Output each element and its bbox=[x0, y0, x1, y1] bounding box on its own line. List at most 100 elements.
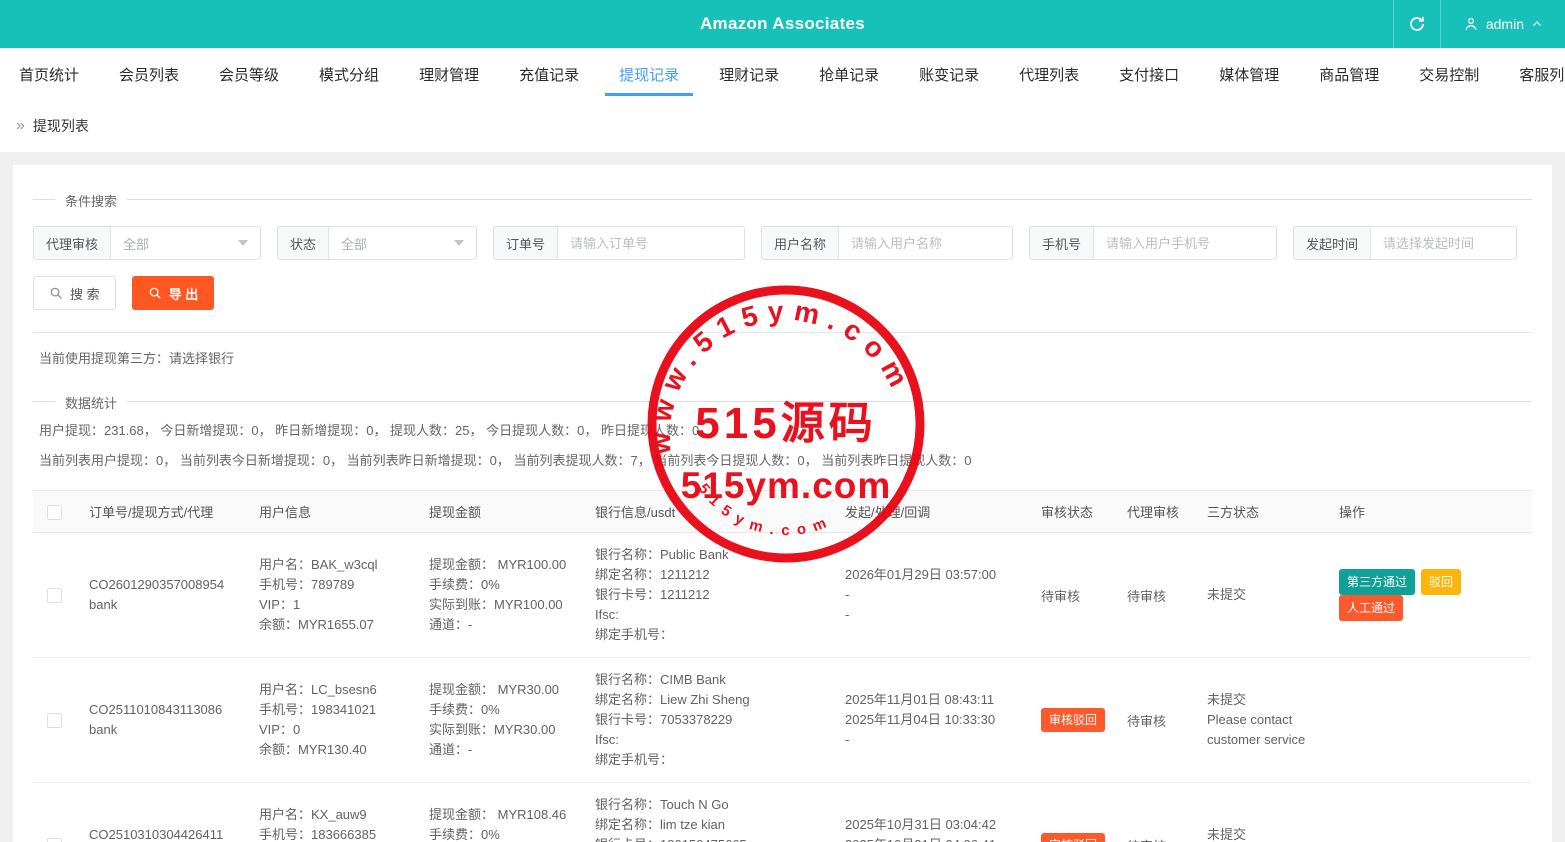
table-row: CO2511010843113086bank用户名：LC_bsesn6手机号：1… bbox=[33, 658, 1532, 783]
time-line: 2025年10月31日 04:06:41 bbox=[845, 835, 1025, 842]
field-label: 用户名称 bbox=[762, 227, 839, 259]
nav-tab-6[interactable]: 充值记录 bbox=[514, 48, 584, 100]
time-line: 2025年11月01日 08:43:11 bbox=[845, 690, 1025, 710]
amount-line: 通道：- bbox=[429, 615, 579, 635]
search-field-group: 订单号 bbox=[493, 226, 745, 260]
column-header: 提现金额 bbox=[421, 491, 587, 533]
nav-tab-4[interactable]: 模式分组 bbox=[314, 48, 384, 100]
action-button-amber[interactable]: 驳回 bbox=[1421, 569, 1461, 595]
third-line: 未提交 bbox=[1207, 585, 1323, 605]
action-button-orange[interactable]: 人工通过 bbox=[1339, 595, 1403, 621]
column-header: 审核状态 bbox=[1033, 491, 1119, 533]
text-input-field[interactable] bbox=[1371, 227, 1516, 259]
bank-line: 绑定手机号： bbox=[595, 625, 829, 645]
table-header-row: 订单号/提现方式/代理用户信息提现金额银行信息/usdt发起/处理/回调审核状态… bbox=[33, 491, 1532, 533]
time-line: - bbox=[845, 585, 1025, 605]
search-legend-label: 条件搜索 bbox=[55, 191, 127, 210]
table-row: CO2510310304426411bank用户名：KX_auw9手机号：183… bbox=[33, 783, 1532, 842]
third-party-notice: 当前使用提现第三方：请选择银行 bbox=[33, 333, 1532, 383]
audit-status-badge: 审核驳回 bbox=[1041, 708, 1105, 732]
nav-tab-12[interactable]: 支付接口 bbox=[1114, 48, 1184, 100]
audit-status-badge: 审核驳回 bbox=[1041, 833, 1105, 842]
amount-line: 提现金额： MYR100.00 bbox=[429, 555, 579, 575]
column-header: 三方状态 bbox=[1199, 491, 1331, 533]
stats-line-1: 用户提现：231.68， 今日新增提现：0， 昨日新增提现：0， 提现人数：25… bbox=[33, 416, 1532, 446]
breadcrumb-label: 提现列表 bbox=[33, 116, 89, 136]
user-line: 手机号：789789 bbox=[259, 575, 413, 595]
user-line: 手机号：183666385 bbox=[259, 825, 413, 842]
field-label: 代理审核 bbox=[34, 227, 111, 259]
user-line: 手机号：198341021 bbox=[259, 700, 413, 720]
order-line: CO2510310304426411 bbox=[89, 825, 243, 842]
nav-tab-11[interactable]: 代理列表 bbox=[1014, 48, 1084, 100]
user-line: VIP：0 bbox=[259, 720, 413, 740]
user-menu[interactable]: admin bbox=[1441, 0, 1565, 48]
nav-tab-3[interactable]: 会员等级 bbox=[214, 48, 284, 100]
topbar-right: admin bbox=[1393, 0, 1565, 48]
order-line: CO2601290357008954 bbox=[89, 575, 243, 595]
amount-line: 手续费：0% bbox=[429, 700, 579, 720]
export-button-label: 导 出 bbox=[169, 284, 199, 303]
chevron-up-icon bbox=[1531, 18, 1543, 30]
amount-line: 实际到账：MYR100.00 bbox=[429, 595, 579, 615]
page: Amazon Associates admin 首页统计会员列表会员等级 bbox=[0, 0, 1565, 842]
select-value: 全部 bbox=[341, 234, 454, 253]
agent-audit-status: 待审核 bbox=[1127, 839, 1166, 842]
bank-line: 绑定名称：lim tze kian bbox=[595, 815, 829, 835]
bank-line: 银行名称：Touch N Go bbox=[595, 795, 829, 815]
nav-tab-10[interactable]: 账变记录 bbox=[914, 48, 984, 100]
nav-tab-1[interactable]: 首页统计 bbox=[14, 48, 84, 100]
bank-line: 绑定手机号： bbox=[595, 750, 829, 770]
nav-tab-5[interactable]: 理财管理 bbox=[414, 48, 484, 100]
third-line: 未提交 bbox=[1207, 825, 1323, 842]
bank-line: 银行卡号：1211212 bbox=[595, 585, 829, 605]
bank-line: 银行名称：Public Bank bbox=[595, 545, 829, 565]
nav-tab-7[interactable]: 提现记录 bbox=[614, 48, 684, 100]
search-icon bbox=[49, 286, 63, 300]
text-input-field[interactable] bbox=[1094, 227, 1276, 259]
order-line: CO2511010843113086 bbox=[89, 700, 243, 720]
time-line: 2025年10月31日 03:04:42 bbox=[845, 815, 1025, 835]
button-row: 搜 索 导 出 bbox=[33, 276, 1532, 310]
time-line: 2026年01月29日 03:57:00 bbox=[845, 565, 1025, 585]
stats-block: 用户提现：231.68， 今日新增提现：0， 昨日新增提现：0， 提现人数：25… bbox=[33, 416, 1532, 476]
agent-audit-status: 待审核 bbox=[1127, 589, 1166, 604]
table-row: CO2601290357008954bank用户名：BAK_w3cql手机号：7… bbox=[33, 533, 1532, 658]
select-all-checkbox[interactable] bbox=[47, 505, 62, 520]
select-field[interactable]: 全部 bbox=[111, 227, 260, 259]
nav-tab-16[interactable]: 客服列表 bbox=[1514, 48, 1565, 100]
user-line: 用户名：KX_auw9 bbox=[259, 805, 413, 825]
text-input-field[interactable] bbox=[558, 227, 744, 259]
topbar: Amazon Associates admin bbox=[0, 0, 1565, 48]
search-section-legend: 条件搜索 bbox=[33, 199, 1532, 200]
bank-line: 绑定名称：1211212 bbox=[595, 565, 829, 585]
nav-tab-14[interactable]: 商品管理 bbox=[1314, 48, 1384, 100]
search-field-group: 状态全部 bbox=[277, 226, 477, 260]
search-form: 代理审核全部状态全部订单号用户名称手机号发起时间 bbox=[33, 226, 1532, 260]
app-title: Amazon Associates bbox=[700, 14, 865, 34]
text-input-field[interactable] bbox=[839, 227, 1012, 259]
column-header: 订单号/提现方式/代理 bbox=[81, 491, 251, 533]
nav-tab-15[interactable]: 交易控制 bbox=[1414, 48, 1484, 100]
search-button[interactable]: 搜 索 bbox=[33, 276, 116, 310]
refresh-button[interactable] bbox=[1393, 0, 1441, 48]
nav-tab-9[interactable]: 抢单记录 bbox=[814, 48, 884, 100]
nav-tab-8[interactable]: 理财记录 bbox=[714, 48, 784, 100]
row-checkbox[interactable] bbox=[47, 838, 62, 842]
bank-line: Ifsc: bbox=[595, 605, 829, 625]
row-checkbox[interactable] bbox=[47, 588, 62, 603]
field-label: 发起时间 bbox=[1294, 227, 1371, 259]
nav-tab-13[interactable]: 媒体管理 bbox=[1214, 48, 1284, 100]
search-field-group: 手机号 bbox=[1029, 226, 1277, 260]
search-button-label: 搜 索 bbox=[70, 284, 100, 303]
amount-line: 提现金额： MYR30.00 bbox=[429, 680, 579, 700]
nav-tab-2[interactable]: 会员列表 bbox=[114, 48, 184, 100]
time-line: - bbox=[845, 605, 1025, 625]
export-button[interactable]: 导 出 bbox=[132, 276, 215, 310]
field-label: 手机号 bbox=[1030, 227, 1094, 259]
select-field[interactable]: 全部 bbox=[329, 227, 476, 259]
user-line: VIP：1 bbox=[259, 595, 413, 615]
row-checkbox[interactable] bbox=[47, 713, 62, 728]
export-icon bbox=[148, 286, 162, 300]
action-button-teal[interactable]: 第三方通过 bbox=[1339, 569, 1415, 595]
